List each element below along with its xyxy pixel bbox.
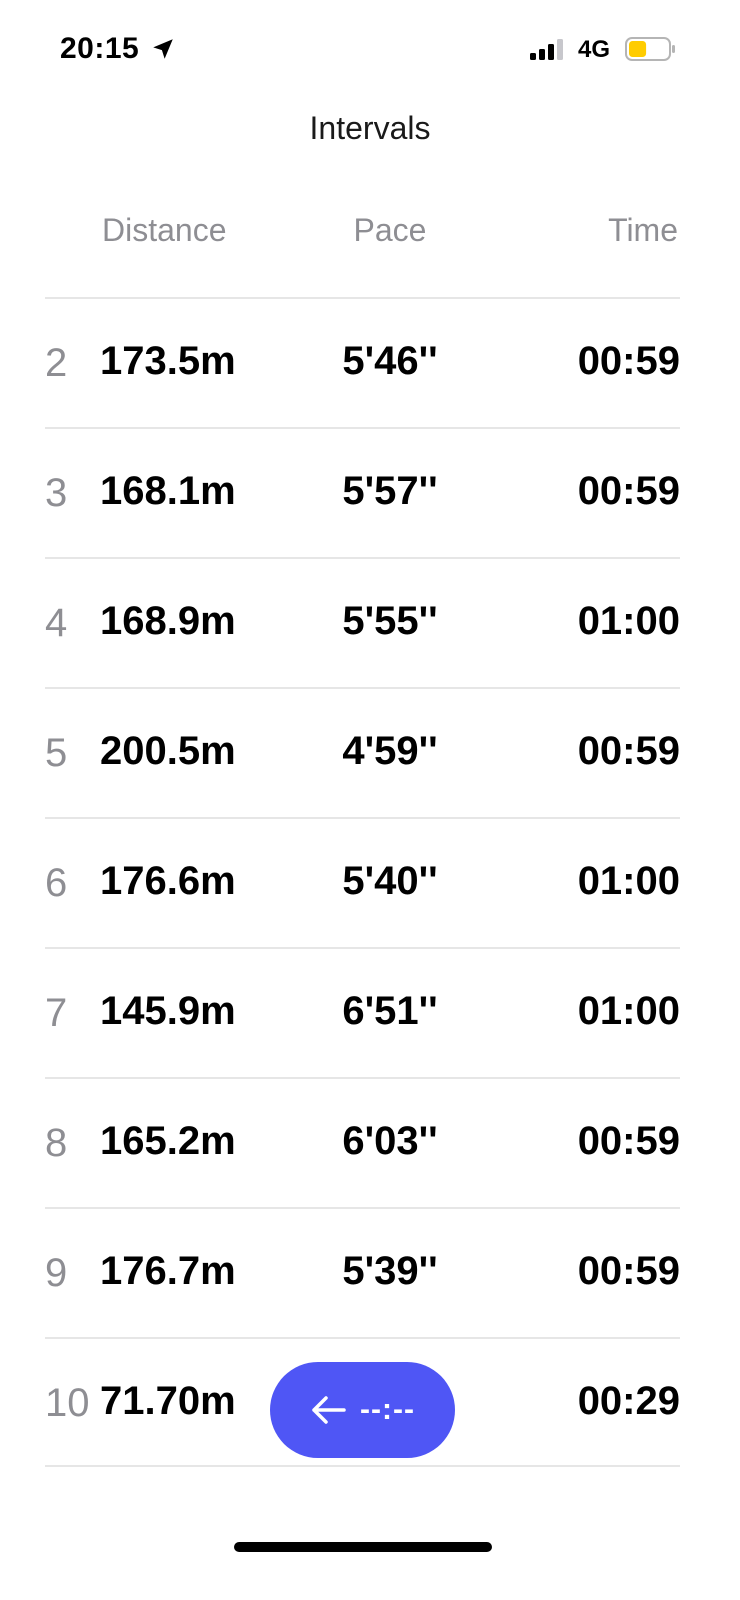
interval-distance: 168.1m <box>100 469 236 513</box>
table-row: 2 173.5m 5'46'' 00:59 <box>45 297 680 427</box>
header-pace: Pace <box>353 212 427 248</box>
interval-index: 7 <box>45 991 68 1035</box>
interval-distance: 71.70m <box>100 1379 236 1423</box>
interval-index: 9 <box>45 1251 68 1295</box>
interval-time: 01:00 <box>577 599 680 643</box>
interval-time: 00:59 <box>577 1249 680 1293</box>
interval-time: 00:59 <box>577 339 680 383</box>
table-row: 3 168.1m 5'57'' 00:59 <box>45 427 680 557</box>
interval-pace: 5'40'' <box>342 859 438 903</box>
interval-distance: 173.5m <box>100 339 236 383</box>
interval-distance: 165.2m <box>100 1119 236 1163</box>
table-row: 5 200.5m 4'59'' 00:59 <box>45 687 680 817</box>
table-row: 7 145.9m 6'51'' 01:00 <box>45 947 680 1077</box>
interval-distance: 168.9m <box>100 599 236 643</box>
location-arrow-icon <box>153 39 173 59</box>
interval-distance: 145.9m <box>100 989 236 1033</box>
interval-index: 6 <box>45 861 68 905</box>
timer-back-button[interactable]: --:-- <box>270 1362 455 1458</box>
interval-pace: 5'57'' <box>342 469 438 513</box>
interval-pace: 6'51'' <box>342 989 438 1033</box>
interval-pace: 5'46'' <box>342 339 438 383</box>
page-title: Intervals <box>309 110 431 146</box>
interval-pace: 5'39'' <box>342 1249 438 1293</box>
table-row: 6 176.6m 5'40'' 01:00 <box>45 817 680 947</box>
interval-index: 3 <box>45 471 68 515</box>
interval-distance: 176.7m <box>100 1249 236 1293</box>
status-time: 20:15 <box>60 32 140 65</box>
header-time: Time <box>608 212 678 248</box>
intervals-table: 2 173.5m 5'46'' 00:59 3 168.1m 5'57'' 00… <box>45 297 680 1467</box>
interval-index: 4 <box>45 601 68 645</box>
home-indicator[interactable] <box>234 1542 492 1552</box>
interval-time: 00:59 <box>577 469 680 513</box>
table-row: 4 168.9m 5'55'' 01:00 <box>45 557 680 687</box>
interval-time: 01:00 <box>577 859 680 903</box>
interval-index: 2 <box>45 341 68 385</box>
interval-time: 01:00 <box>577 989 680 1033</box>
interval-distance: 200.5m <box>100 729 236 773</box>
arrow-left-icon <box>312 1396 346 1424</box>
interval-pace: 6'03'' <box>342 1119 438 1163</box>
interval-pace: 4'59'' <box>342 729 438 773</box>
battery-icon <box>625 37 675 61</box>
network-label: 4G <box>578 36 611 63</box>
status-bar: 20:15 4G <box>0 0 740 100</box>
interval-time: 00:59 <box>577 1119 680 1163</box>
cellular-signal-icon <box>530 39 563 60</box>
interval-pace: 5'55'' <box>342 599 438 643</box>
interval-index: 10 <box>45 1381 90 1425</box>
timer-button-label: --:-- <box>360 1393 415 1426</box>
interval-time: 00:59 <box>577 729 680 773</box>
table-header: Distance Pace Time <box>0 212 740 262</box>
interval-distance: 176.6m <box>100 859 236 903</box>
interval-index: 8 <box>45 1121 68 1165</box>
table-row: 8 165.2m 6'03'' 00:59 <box>45 1077 680 1207</box>
interval-time: 00:29 <box>577 1379 680 1423</box>
interval-index: 5 <box>45 731 68 775</box>
table-row: 9 176.7m 5'39'' 00:59 <box>45 1207 680 1337</box>
header-distance: Distance <box>102 212 227 248</box>
